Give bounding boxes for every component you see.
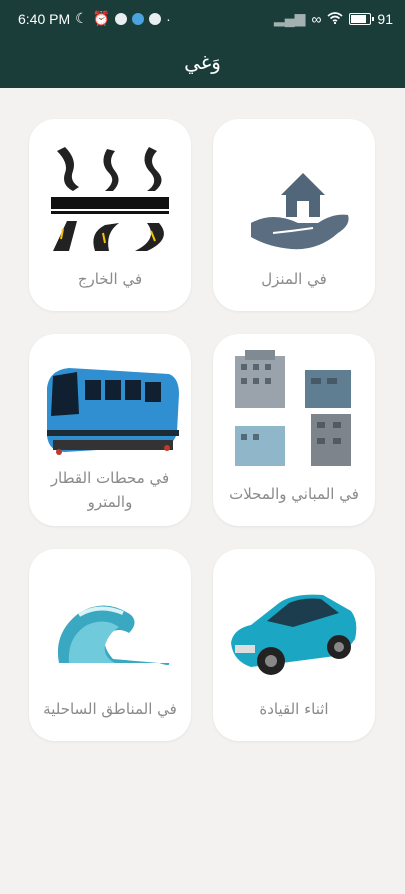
app-icon [115,12,128,25]
battery-percent: 91 [377,10,393,27]
status-right: ▂▄▆ ∞ 91 [274,10,393,27]
card-outside[interactable]: في الخارج [29,119,191,311]
status-left: 6:40 PM ☾ ⏰ · [18,10,171,27]
app-icon [149,12,162,25]
dot-icon: · [166,10,171,27]
card-label: اثناء القيادة [259,700,329,718]
card-buildings[interactable]: في المباني والمحلات [213,334,375,526]
alarm-icon: ⏰ [92,10,111,26]
card-label: في المناطق الساحلية [43,700,177,718]
card-coastal[interactable]: في المناطق الساحلية [29,549,191,741]
car-icon [231,594,357,675]
wave-icon [57,605,170,665]
battery-fill [351,14,366,23]
card-label: في المباني والمحلات [229,485,359,503]
status-bar: 6:40 PM ☾ ⏰ · ▂▄▆ ∞ 91 [0,0,405,36]
card-home[interactable]: في المنزل [213,119,375,311]
app-bar: وَغي [0,36,405,88]
status-time: 6:40 PM [18,10,71,27]
card-train[interactable]: في محطات القطار والمترو [29,334,191,526]
card-label: في المنزل [261,270,327,288]
battery-icon [349,12,375,25]
wifi-icon [327,11,343,27]
app-icon [132,12,145,25]
card-driving[interactable]: اثناء القيادة [213,549,375,741]
card-label: في الخارج [77,270,143,288]
signal-icon: ▂▄▆ [273,10,306,26]
card-label: في محطات القطار والمترو [50,469,170,511]
train-icon [47,368,179,455]
moon-icon: ☾ [75,10,88,26]
app-title: وَغي [184,50,221,74]
sync-icon: ∞ [311,10,322,27]
house-hand-icon [251,173,349,250]
buildings-icon [235,350,351,466]
roads-icon [51,147,169,251]
